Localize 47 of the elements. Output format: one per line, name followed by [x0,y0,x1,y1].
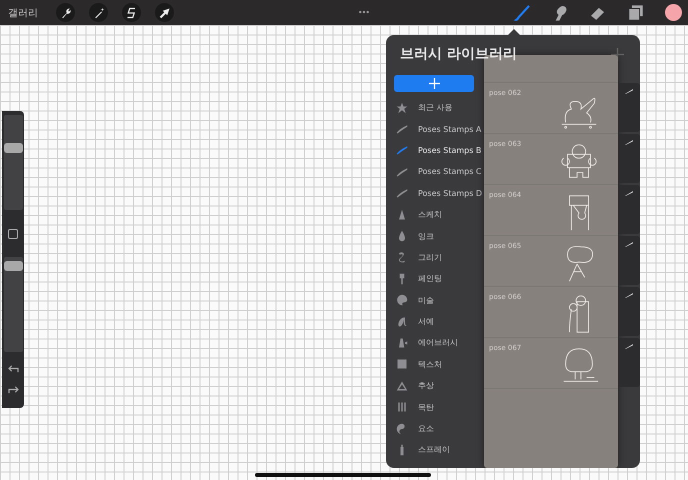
brush-set-item[interactable]: 미술 [418,294,434,306]
brush-set-item[interactable]: 잉크 [418,230,434,242]
square-button[interactable] [8,229,18,239]
brush-set-item[interactable]: Poses Stamps C [418,167,482,176]
brush-set-item[interactable]: 목탄 [418,402,434,413]
more-menu[interactable]: ••• [358,8,370,17]
brush-set-item[interactable]: 에어브러시 [418,337,458,348]
color-swatch[interactable] [665,4,682,21]
layers-icon [627,4,645,22]
magic-wand-icon [92,6,104,18]
brush-tool-button[interactable] [513,4,531,22]
slider-thumb[interactable] [4,143,22,154]
gallery-link[interactable]: 갤러리 [8,6,38,20]
brush-set-item[interactable]: 추상 [418,380,434,392]
wrench-icon [60,6,72,18]
brush-set-item[interactable]: 페인팅 [418,273,442,284]
slider-thumb[interactable] [4,261,22,272]
brush-set-item[interactable]: 서예 [418,316,434,328]
opacity-slider[interactable] [4,257,22,352]
brush-set-item[interactable]: Poses Stamps A [418,124,482,134]
panel-title: 브러시 라이브러리 [400,45,517,63]
brush-set-item[interactable]: Poses Stamps D [418,188,482,198]
s-curve-icon [126,6,138,18]
stroke-icon [625,242,633,247]
arrow-icon [158,6,170,18]
arrow-button[interactable] [155,3,174,22]
brush-set-item[interactable]: 스케치 [418,209,442,220]
brush-set-item[interactable]: 텍스처 [418,358,442,370]
redo-icon[interactable] [8,385,18,394]
brush-size-slider[interactable] [4,115,22,210]
layers-button[interactable] [627,4,645,22]
stroke-icon [625,140,633,145]
brush-set-item[interactable]: 그리기 [418,252,442,263]
brush-set-item[interactable]: 최근 사용 [418,102,453,114]
stroke-icon [625,344,633,349]
plus-icon [428,78,440,89]
undo-icon[interactable] [8,364,18,373]
stroke-icon [625,191,633,196]
wrench-button[interactable] [56,3,75,22]
magic-wand-button[interactable] [89,3,108,22]
brush-set-item[interactable]: 요소 [418,423,434,434]
stroke-icon [625,293,633,298]
stroke-icon [625,89,633,94]
brush-icon [513,4,531,22]
brush-set-item[interactable]: Poses Stamps B [418,146,482,155]
brush-set-item[interactable]: 스프레이 [418,444,450,456]
selection-button[interactable] [122,3,141,22]
